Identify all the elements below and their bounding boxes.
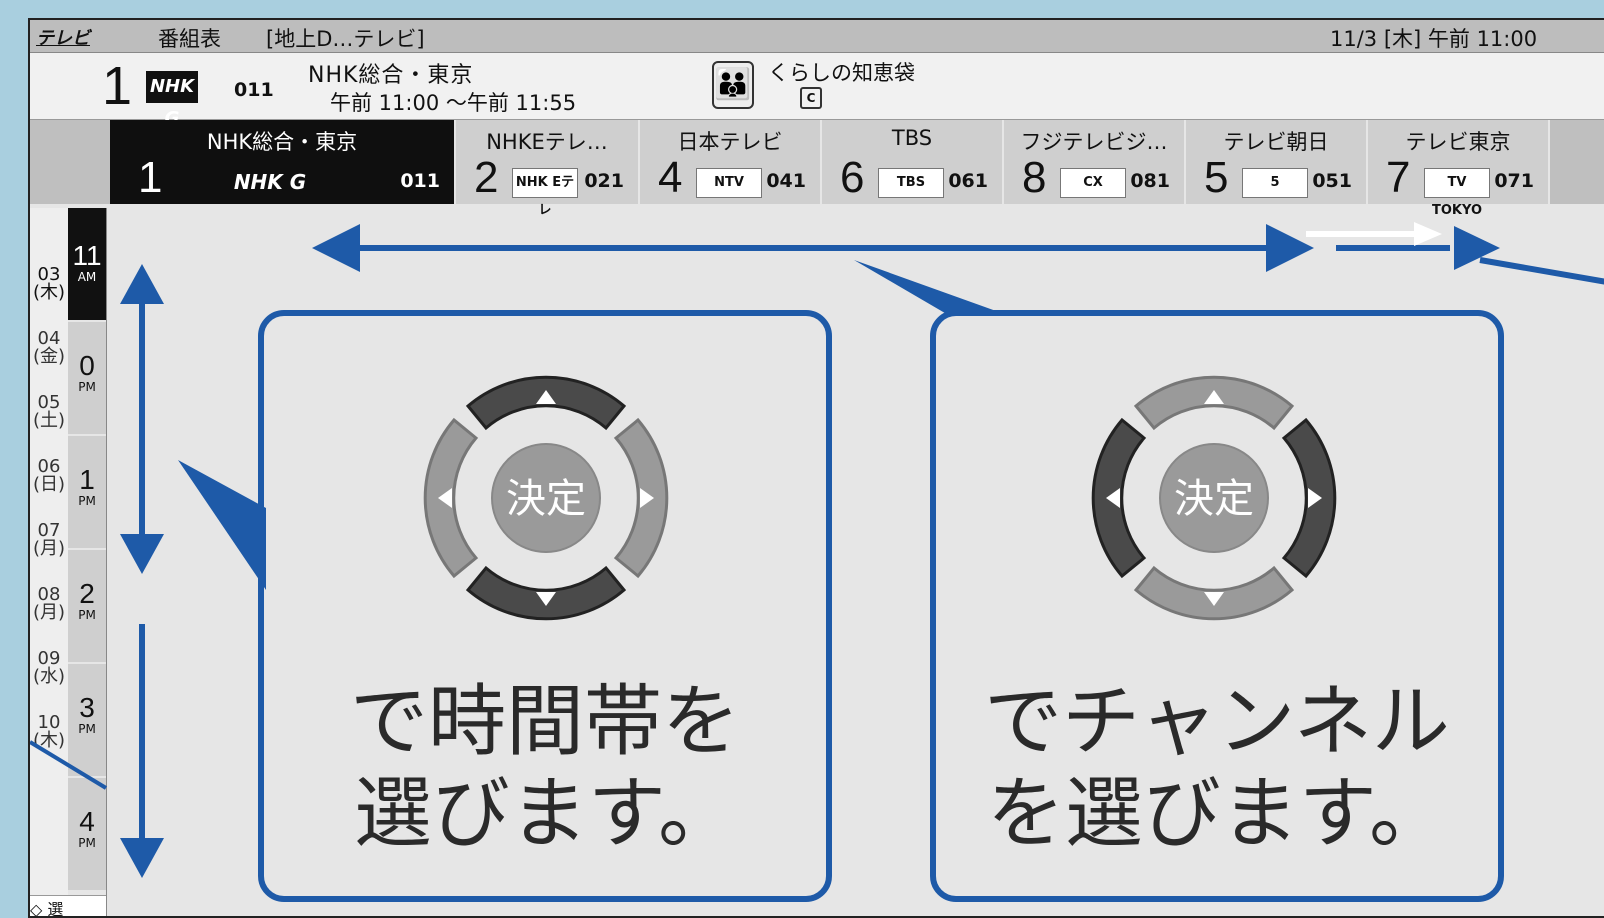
time-callout-leader bbox=[30, 740, 108, 790]
vertical-up-down-arrow-icon bbox=[120, 264, 164, 878]
dpad-ok-label: 決定 bbox=[1174, 476, 1254, 522]
time-callout-pointer bbox=[178, 460, 266, 590]
dpad-ok-label: 決定 bbox=[506, 476, 586, 522]
epg-screen: テレビ 番組表 [地上D…テレビ] 11/3 [木] 午前 11:00 1 NH… bbox=[28, 18, 1604, 918]
channel-callout-pointer bbox=[854, 260, 1010, 316]
white-arrow-icon bbox=[1306, 222, 1442, 246]
annotation-overlay: 決定 決定 bbox=[30, 222, 1604, 878]
